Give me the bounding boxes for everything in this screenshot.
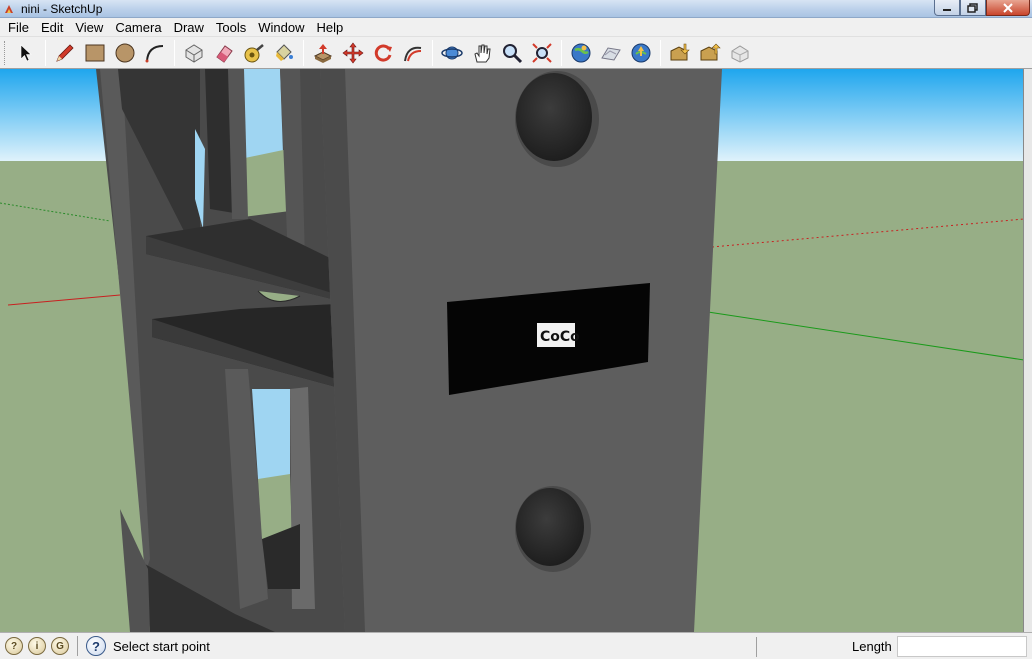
move-tool[interactable]	[339, 39, 367, 67]
menu-bar: File Edit View Camera Draw Tools Window …	[0, 18, 1032, 37]
zoom-extents-tool[interactable]	[528, 39, 556, 67]
pencil-icon	[56, 43, 74, 62]
toolbar-separator	[45, 39, 46, 66]
rectangle-icon	[85, 44, 105, 61]
pan-tool[interactable]	[468, 39, 496, 67]
arc-icon	[145, 44, 164, 62]
zoom-tool[interactable]	[498, 39, 526, 67]
terrain-icon	[601, 46, 621, 61]
follow-me-icon	[404, 46, 422, 61]
toolbar-separator	[174, 39, 175, 66]
drawing-viewport[interactable]: CoCo	[0, 69, 1024, 632]
status-bar: ? i G ? Select start point Length	[0, 632, 1032, 659]
toolbar-separator	[303, 39, 304, 66]
eraser-tool[interactable]	[210, 39, 238, 67]
magnifier-icon	[503, 43, 523, 63]
minimize-icon[interactable]	[934, 0, 960, 16]
make-component-tool[interactable]	[180, 39, 208, 67]
toolbar	[0, 37, 1032, 69]
rectangle-tool[interactable]	[81, 39, 109, 67]
follow-me-tool[interactable]	[399, 39, 427, 67]
google-sign-in-icon[interactable]: G	[51, 637, 69, 655]
maximize-icon[interactable]	[960, 0, 986, 16]
menu-window[interactable]: Window	[252, 18, 310, 37]
toolbar-separator	[432, 39, 433, 66]
rotate-icon	[374, 44, 392, 62]
menu-edit[interactable]: Edit	[35, 18, 69, 37]
menu-draw[interactable]: Draw	[168, 18, 210, 37]
tape-measure-tool[interactable]	[240, 39, 268, 67]
toolbar-grip[interactable]	[4, 40, 7, 65]
coco-logo-text: CoCo	[540, 329, 580, 345]
status-separator	[756, 637, 757, 657]
move-icon	[342, 42, 364, 63]
share-model-tool[interactable]	[696, 39, 724, 67]
menu-file[interactable]: File	[2, 18, 35, 37]
share-component-icon	[731, 44, 749, 63]
warehouse-get-icon	[670, 43, 690, 60]
get-models-tool[interactable]	[666, 39, 694, 67]
rotate-tool[interactable]	[369, 39, 397, 67]
tape-measure-icon	[244, 43, 264, 62]
geo-location-icon[interactable]: ?	[5, 637, 23, 655]
toolbar-separator	[561, 39, 562, 66]
circle-tool[interactable]	[111, 39, 139, 67]
push-pull-tool[interactable]	[309, 39, 337, 67]
toolbar-separator	[660, 39, 661, 66]
credits-icon[interactable]: i	[28, 637, 46, 655]
component-icon	[185, 43, 203, 63]
title-bar: nini - SketchUp	[0, 0, 1032, 18]
pencil-tool[interactable]	[51, 39, 79, 67]
close-icon[interactable]	[986, 0, 1030, 16]
share-component-tool[interactable]	[726, 39, 754, 67]
measurement-input[interactable]	[897, 636, 1027, 657]
globe-location-icon	[571, 43, 591, 62]
preview-google-earth-tool[interactable]	[627, 39, 655, 67]
zoom-extents-icon	[532, 42, 552, 63]
menu-tools[interactable]: Tools	[210, 18, 252, 37]
circle-icon	[115, 43, 135, 62]
select-tool[interactable]	[12, 39, 40, 67]
orbit-tool[interactable]	[438, 39, 466, 67]
push-pull-icon	[313, 43, 333, 63]
sketchup-logo-icon[interactable]	[2, 2, 16, 16]
warehouse-share-icon	[700, 43, 721, 60]
hand-icon	[474, 44, 491, 62]
question-icon[interactable]: ?	[86, 636, 106, 656]
arrow-cursor-icon	[20, 43, 32, 61]
orbit-icon	[441, 46, 463, 59]
frame-opening-bottom	[252, 389, 290, 479]
paint-bucket-tool[interactable]	[270, 39, 298, 67]
status-message: Select start point	[113, 638, 210, 654]
model-scene: CoCo	[0, 69, 1023, 632]
eraser-icon	[216, 44, 233, 63]
measurement-label: Length	[852, 639, 892, 654]
toggle-terrain-tool[interactable]	[597, 39, 625, 67]
menu-help[interactable]: Help	[311, 18, 350, 37]
menu-view[interactable]: View	[69, 18, 109, 37]
add-location-tool[interactable]	[567, 39, 595, 67]
paint-bucket-icon	[276, 43, 293, 61]
arc-tool[interactable]	[141, 39, 169, 67]
status-separator	[77, 636, 78, 656]
window-title: nini - SketchUp	[21, 1, 103, 16]
menu-camera[interactable]: Camera	[109, 18, 167, 37]
viewport-edge	[1024, 69, 1032, 632]
google-earth-icon	[631, 43, 651, 62]
